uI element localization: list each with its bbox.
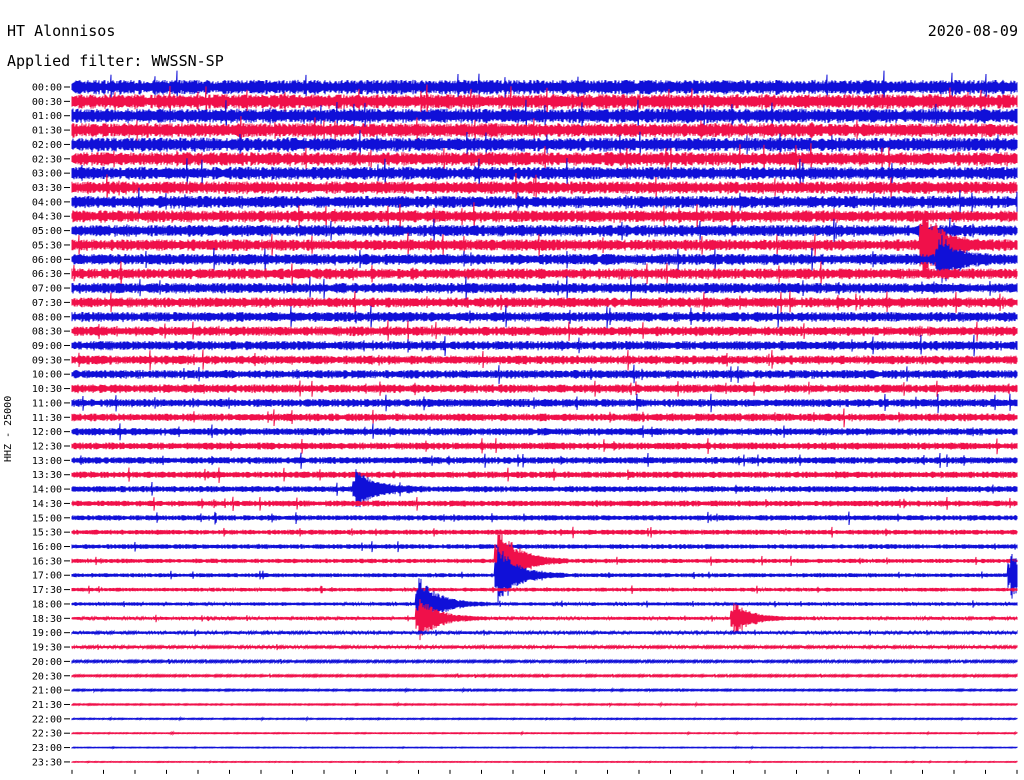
time-label: 08:30 bbox=[32, 327, 62, 338]
trace-row bbox=[71, 672, 1018, 679]
time-label: 06:30 bbox=[32, 269, 62, 280]
time-label: 14:30 bbox=[32, 499, 62, 510]
trace-row bbox=[71, 701, 1018, 708]
time-label: 10:30 bbox=[32, 384, 62, 395]
helicorder-plot: 00:00 00:30 01:00 01:30 02:00 02:30 03:00 03:30… bbox=[32, 70, 1018, 774]
trace-row bbox=[71, 629, 1018, 637]
time-label: 06:00 bbox=[32, 255, 62, 266]
trace-row bbox=[71, 715, 1018, 722]
time-label: 20:30 bbox=[32, 671, 62, 682]
trace-row bbox=[71, 658, 1018, 665]
time-label: 02:00 bbox=[32, 140, 62, 151]
time-label: 09:30 bbox=[32, 355, 62, 366]
time-label: 16:30 bbox=[32, 556, 62, 567]
trace-row bbox=[71, 511, 1018, 526]
trace-row bbox=[71, 745, 1018, 750]
time-label: 23:00 bbox=[32, 743, 62, 754]
time-label: 17:30 bbox=[32, 585, 62, 596]
time-label: 03:00 bbox=[32, 169, 62, 180]
time-label: 14:00 bbox=[32, 485, 62, 496]
time-label: 01:00 bbox=[32, 111, 62, 122]
helicorder-page: HT Alonnisos 2020-08-09 Applied filter: … bbox=[0, 0, 1024, 780]
time-label: 07:30 bbox=[32, 298, 62, 309]
time-label: 21:00 bbox=[32, 686, 62, 697]
trace-row bbox=[71, 529, 1018, 593]
trace-row bbox=[71, 393, 1018, 414]
trace-row bbox=[71, 759, 1018, 765]
time-label: 17:00 bbox=[32, 571, 62, 582]
trace-row bbox=[71, 541, 1018, 553]
time-label: 15:30 bbox=[32, 528, 62, 539]
time-label: 00:00 bbox=[32, 83, 62, 94]
trace-row bbox=[71, 730, 1018, 736]
trace-row bbox=[71, 290, 1018, 314]
time-label: 04:00 bbox=[32, 197, 62, 208]
time-label: 23:30 bbox=[32, 757, 62, 768]
trace-row bbox=[71, 578, 1018, 634]
time-label: 01:30 bbox=[32, 126, 62, 137]
trace-row bbox=[71, 438, 1018, 455]
time-label: 12:00 bbox=[32, 427, 62, 438]
trace-row bbox=[71, 275, 1018, 302]
trace-row bbox=[71, 364, 1018, 384]
time-label: 11:30 bbox=[32, 413, 62, 424]
time-label: 12:30 bbox=[32, 442, 62, 453]
time-label: 22:30 bbox=[32, 729, 62, 740]
trace-row bbox=[71, 380, 1018, 397]
trace-row bbox=[71, 585, 1018, 594]
trace-row bbox=[71, 408, 1018, 428]
time-label: 04:30 bbox=[32, 212, 62, 223]
trace-row bbox=[71, 423, 1018, 441]
trace-row bbox=[71, 496, 1018, 511]
time-label: 09:00 bbox=[32, 341, 62, 352]
trace-row bbox=[71, 349, 1018, 371]
trace-row bbox=[71, 526, 1018, 539]
time-label: 19:30 bbox=[32, 643, 62, 654]
time-label: 03:30 bbox=[32, 183, 62, 194]
trace-row bbox=[71, 467, 1018, 483]
time-label: 18:00 bbox=[32, 599, 62, 610]
time-label: 07:00 bbox=[32, 284, 62, 295]
time-label: 22:00 bbox=[32, 714, 62, 725]
time-label: 15:00 bbox=[32, 513, 62, 524]
trace-row bbox=[71, 305, 1018, 329]
time-label: 20:00 bbox=[32, 657, 62, 668]
time-label: 05:00 bbox=[32, 226, 62, 237]
trace-row bbox=[71, 334, 1018, 357]
trace-row bbox=[71, 686, 1018, 694]
time-label: 13:00 bbox=[32, 456, 62, 467]
time-label: 00:30 bbox=[32, 97, 62, 108]
time-label: 02:30 bbox=[32, 154, 62, 165]
trace-row bbox=[71, 452, 1018, 469]
trace-row bbox=[71, 546, 1018, 606]
time-label: 18:30 bbox=[32, 614, 62, 625]
time-label: 05:30 bbox=[32, 240, 62, 251]
time-label: 16:00 bbox=[32, 542, 62, 553]
time-label: 08:00 bbox=[32, 312, 62, 323]
trace-row bbox=[71, 320, 1018, 343]
trace-row bbox=[71, 643, 1018, 651]
time-label: 13:30 bbox=[32, 470, 62, 481]
time-label: 21:30 bbox=[32, 700, 62, 711]
time-label: 19:00 bbox=[32, 628, 62, 639]
time-label: 11:00 bbox=[32, 398, 62, 409]
time-label: 10:00 bbox=[32, 370, 62, 381]
